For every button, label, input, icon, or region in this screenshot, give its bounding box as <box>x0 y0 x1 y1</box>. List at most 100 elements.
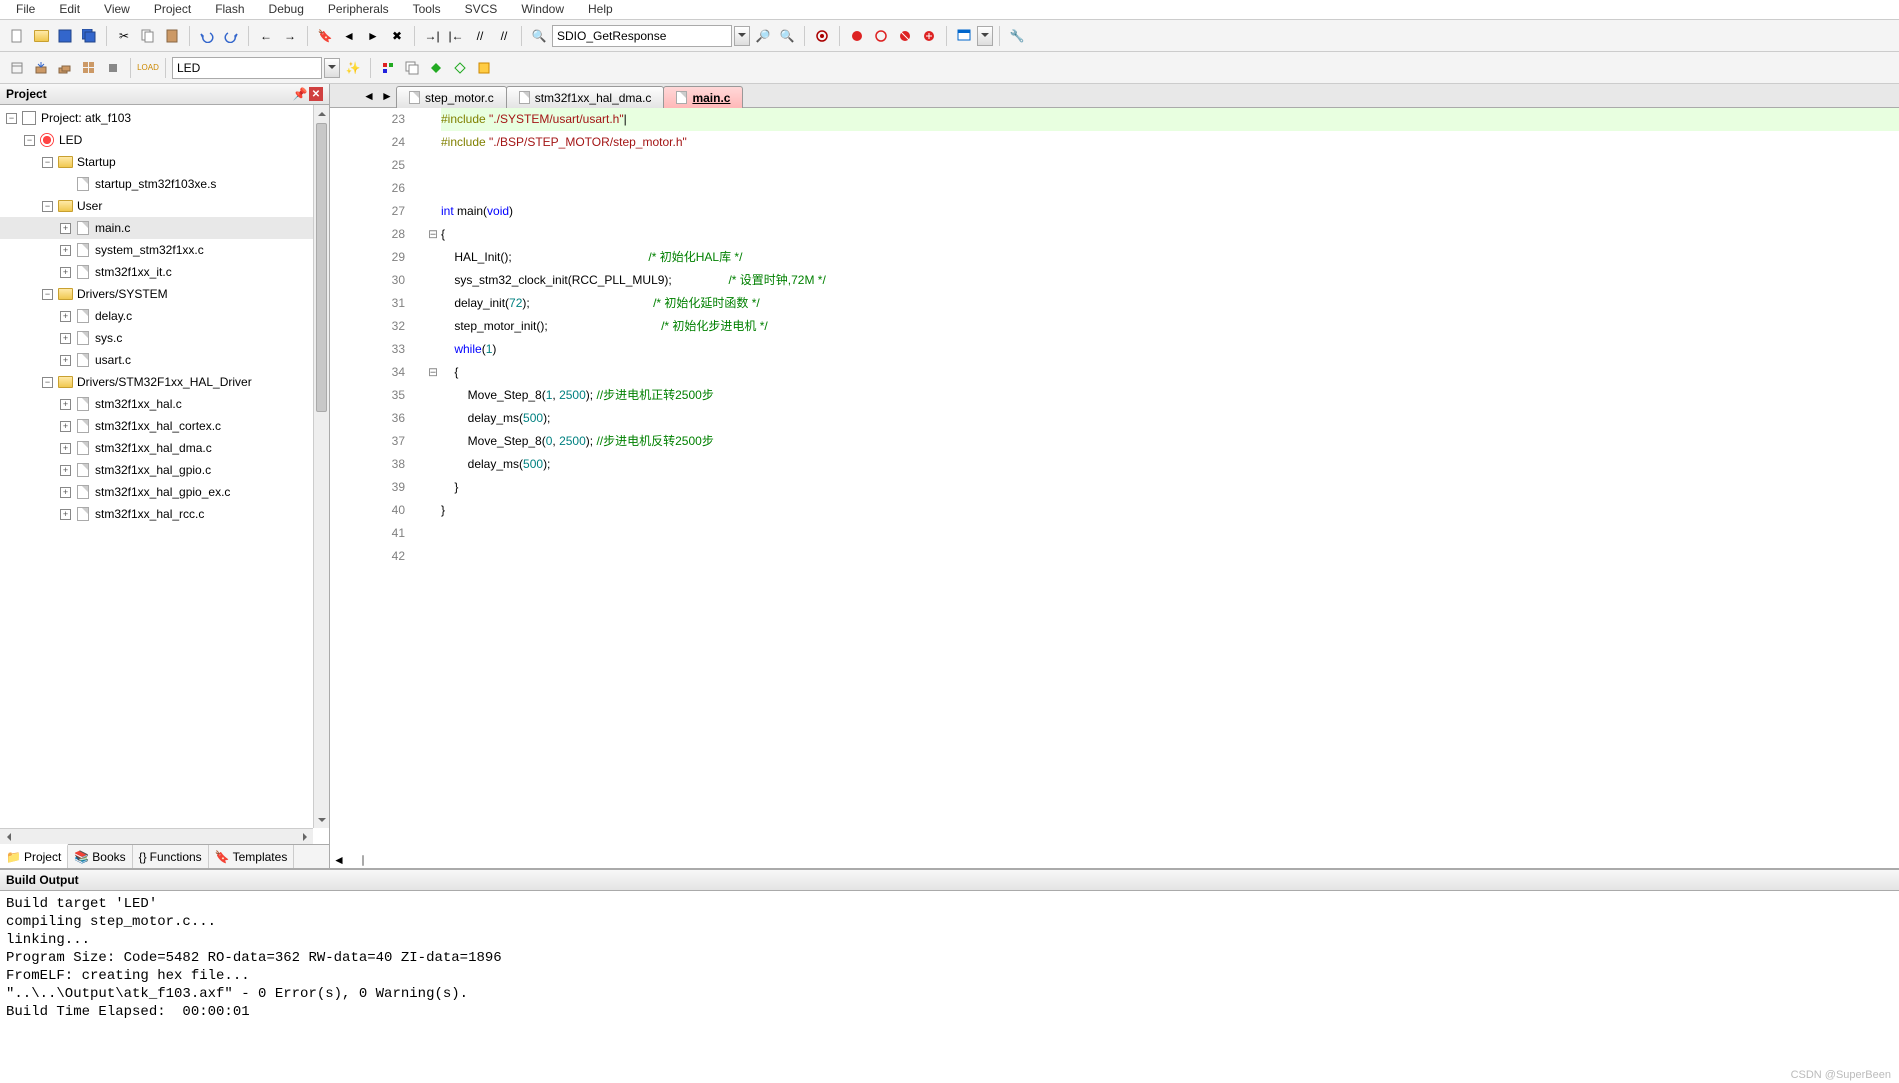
code-view[interactable]: 23#include "./SYSTEM/usart/usart.h"|24#i… <box>330 108 1899 852</box>
functions-icon: {} <box>139 850 147 864</box>
translate-icon[interactable] <box>6 57 28 79</box>
save-all-icon[interactable] <box>78 25 100 47</box>
stop-build-icon[interactable] <box>102 57 124 79</box>
menu-debug[interactable]: Debug <box>257 0 316 19</box>
new-file-icon[interactable] <box>6 25 28 47</box>
tree-node[interactable]: +stm32f1xx_hal_gpio.c <box>0 459 329 481</box>
tab-nav-left-icon[interactable]: ◄ <box>362 84 376 107</box>
menu-window[interactable]: Window <box>509 0 576 19</box>
pack-install-icon[interactable] <box>425 57 447 79</box>
tree-node[interactable]: +delay.c <box>0 305 329 327</box>
target-options-icon[interactable]: ✨ <box>342 57 364 79</box>
pack-select-icon[interactable] <box>449 57 471 79</box>
undo-icon[interactable] <box>196 25 218 47</box>
tree-node[interactable]: startup_stm32f103xe.s <box>0 173 329 195</box>
project-tree[interactable]: −Project: atk_f103−LED−Startupstartup_st… <box>0 105 329 844</box>
uncomment-icon[interactable]: // <box>493 25 515 47</box>
manage-project-icon[interactable] <box>377 57 399 79</box>
breakpoint-kill-icon[interactable] <box>918 25 940 47</box>
menu-file[interactable]: File <box>4 0 47 19</box>
target-select-dd-icon[interactable] <box>324 58 340 78</box>
cut-icon[interactable]: ✂ <box>113 25 135 47</box>
find-combo-dd-icon[interactable] <box>734 26 750 46</box>
breakpoint-insert-icon[interactable] <box>846 25 868 47</box>
watermark: CSDN @SuperBeen <box>1791 1069 1891 1081</box>
indent-icon[interactable]: →| <box>421 25 443 47</box>
download-icon[interactable]: LOAD <box>137 57 159 79</box>
tree-node[interactable]: −Startup <box>0 151 329 173</box>
menu-svcs[interactable]: SVCS <box>453 0 510 19</box>
bookmark-next-icon[interactable]: ► <box>362 25 384 47</box>
tree-node[interactable]: −Drivers/SYSTEM <box>0 283 329 305</box>
sidetab-templates[interactable]: 🔖Templates <box>209 845 295 868</box>
toolbar-main: ✂ ← → 🔖 ◄ ► ✖ →| |← // // 🔍 SDIO_GetResp… <box>0 20 1899 52</box>
tab-nav-right-icon[interactable]: ► <box>380 84 394 107</box>
debug-icon[interactable] <box>811 25 833 47</box>
window-dd-icon[interactable] <box>977 26 993 46</box>
menu-tools[interactable]: Tools <box>401 0 453 19</box>
nav-back-icon[interactable]: ← <box>255 25 277 47</box>
find-icon[interactable]: 🔍 <box>528 25 550 47</box>
menu-bar: FileEditViewProjectFlashDebugPeripherals… <box>0 0 1899 20</box>
tree-node[interactable]: +stm32f1xx_it.c <box>0 261 329 283</box>
tree-node[interactable]: +stm32f1xx_hal_gpio_ex.c <box>0 481 329 503</box>
breakpoint-enable-icon[interactable] <box>870 25 892 47</box>
tree-node[interactable]: +sys.c <box>0 327 329 349</box>
tree-node[interactable]: +stm32f1xx_hal_dma.c <box>0 437 329 459</box>
editor-tab[interactable]: step_motor.c <box>396 86 507 108</box>
nav-fwd-icon[interactable]: → <box>279 25 301 47</box>
tree-node[interactable]: −Project: atk_f103 <box>0 107 329 129</box>
tree-node[interactable]: +system_stm32f1xx.c <box>0 239 329 261</box>
menu-edit[interactable]: Edit <box>47 0 92 19</box>
bookmark-clear-icon[interactable]: ✖ <box>386 25 408 47</box>
menu-view[interactable]: View <box>92 0 142 19</box>
menu-flash[interactable]: Flash <box>203 0 256 19</box>
tree-node[interactable]: +main.c <box>0 217 329 239</box>
incremental-find-icon[interactable]: 🔍 <box>776 25 798 47</box>
find-combo[interactable]: SDIO_GetResponse <box>552 25 732 47</box>
target-select[interactable]: LED <box>172 57 322 79</box>
bookmark-prev-icon[interactable]: ◄ <box>338 25 360 47</box>
configure-icon[interactable]: 🔧 <box>1006 25 1028 47</box>
sidetab-functions[interactable]: {}Functions <box>133 845 209 868</box>
tree-vscrollbar[interactable] <box>313 105 329 828</box>
tree-node[interactable]: −Drivers/STM32F1xx_HAL_Driver <box>0 371 329 393</box>
copy-icon[interactable] <box>137 25 159 47</box>
batch-build-icon[interactable] <box>78 57 100 79</box>
find-in-files-icon[interactable]: 🔎 <box>752 25 774 47</box>
multi-project-icon[interactable] <box>401 57 423 79</box>
sidetab-project[interactable]: 📁Project <box>0 844 68 868</box>
open-icon[interactable] <box>30 25 52 47</box>
tree-node[interactable]: +usart.c <box>0 349 329 371</box>
menu-project[interactable]: Project <box>142 0 203 19</box>
build-icon[interactable] <box>30 57 52 79</box>
close-panel-icon[interactable]: ✕ <box>309 87 323 101</box>
tree-node[interactable]: +stm32f1xx_hal_cortex.c <box>0 415 329 437</box>
hscroll-left-icon[interactable]: ◄ <box>332 852 346 868</box>
bookmark-icon[interactable]: 🔖 <box>314 25 336 47</box>
tree-node[interactable]: +stm32f1xx_hal_rcc.c <box>0 503 329 525</box>
tree-node[interactable]: −LED <box>0 129 329 151</box>
file-icon <box>676 91 687 104</box>
rebuild-icon[interactable] <box>54 57 76 79</box>
rte-icon[interactable] <box>473 57 495 79</box>
project-bottom-tabs: 📁Project📚Books{}Functions🔖Templates <box>0 844 329 868</box>
tree-node[interactable]: +stm32f1xx_hal.c <box>0 393 329 415</box>
breakpoint-disable-icon[interactable] <box>894 25 916 47</box>
sidetab-books[interactable]: 📚Books <box>68 845 132 868</box>
editor-tabs: ◄ ► step_motor.cstm32f1xx_hal_dma.cmain.… <box>330 84 1899 108</box>
tree-hscrollbar[interactable] <box>0 828 313 844</box>
window-icon[interactable] <box>953 25 975 47</box>
menu-help[interactable]: Help <box>576 0 625 19</box>
redo-icon[interactable] <box>220 25 242 47</box>
pin-icon[interactable]: 📌 <box>293 87 307 101</box>
save-icon[interactable] <box>54 25 76 47</box>
editor-tab[interactable]: main.c <box>663 86 743 108</box>
build-output-body[interactable]: Build target 'LED' compiling step_motor.… <box>0 891 1899 1083</box>
editor-tab[interactable]: stm32f1xx_hal_dma.c <box>506 86 665 108</box>
paste-icon[interactable] <box>161 25 183 47</box>
comment-icon[interactable]: // <box>469 25 491 47</box>
menu-peripherals[interactable]: Peripherals <box>316 0 401 19</box>
tree-node[interactable]: −User <box>0 195 329 217</box>
outdent-icon[interactable]: |← <box>445 25 467 47</box>
